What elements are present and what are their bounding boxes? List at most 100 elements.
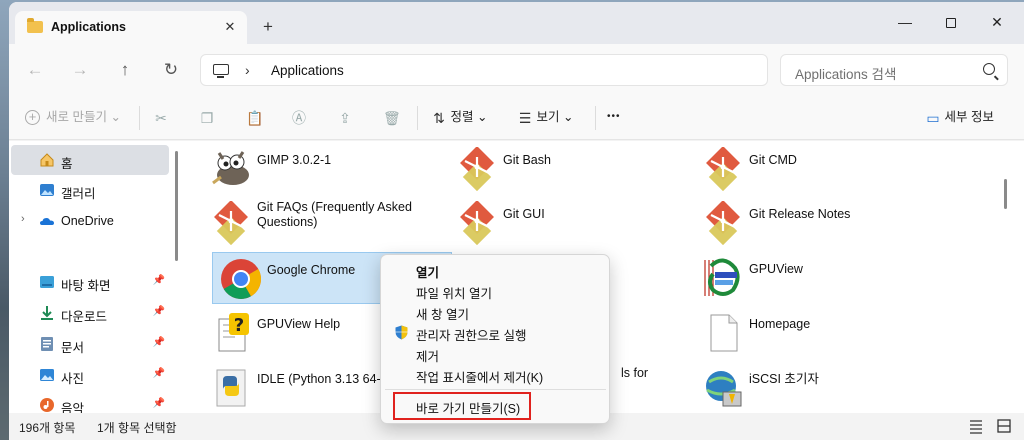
file-item[interactable]: Git CMD <box>695 143 935 195</box>
tab-title: Applications <box>51 20 127 34</box>
maximize-icon <box>946 18 956 29</box>
file-item[interactable]: GPUView <box>695 252 935 304</box>
paste-button[interactable]: 📋 <box>246 106 263 128</box>
sidebar-item-label: 바탕 화면 <box>61 279 111 293</box>
breadcrumb[interactable]: Applications <box>271 63 344 78</box>
sidebar-item-desktop[interactable]: 바탕 화면 📌 <box>11 267 169 297</box>
toolbar-divider <box>417 106 418 130</box>
gimp-icon <box>212 151 249 185</box>
sidebar-scrollbar[interactable] <box>175 151 178 261</box>
menu-divider <box>385 389 606 390</box>
sidebar-item-onedrive[interactable]: › OneDrive <box>11 206 169 236</box>
file-item[interactable]: Git FAQs (Frequently Asked Questions) <box>203 197 443 249</box>
trash-icon: 🗑 <box>383 109 401 126</box>
rename-icon: Ⓐ <box>292 109 306 126</box>
menu-item-label: 작업 표시줄에서 제거(K) <box>416 371 544 385</box>
new-button[interactable]: + 새로 만들기 ⌄ <box>25 106 121 128</box>
view-icon: ☰ <box>518 109 532 126</box>
music-icon <box>40 398 54 412</box>
sidebar-item-label: 홈 <box>61 157 73 171</box>
file-item[interactable]: Git Release Notes <box>695 197 935 249</box>
help-icon: ? <box>218 313 249 352</box>
toolbar-divider <box>595 106 596 130</box>
sidebar-item-documents[interactable]: 문서 📌 <box>11 329 169 359</box>
sort-icon: ⇅ <box>433 109 445 126</box>
breadcrumb-chevron-icon[interactable]: › <box>245 62 250 78</box>
this-pc-icon <box>213 64 229 78</box>
copy-button[interactable]: ❐ <box>199 106 215 128</box>
details-label: 세부 정보 <box>944 110 994 124</box>
onedrive-icon <box>40 218 54 225</box>
more-options-button[interactable]: ••• <box>607 106 621 128</box>
menu-item-unpin-taskbar[interactable]: 작업 표시줄에서 제거(K) <box>385 364 606 385</box>
chrome-icon <box>221 259 261 299</box>
file-item[interactable]: Git GUI <box>449 197 689 249</box>
file-name: Git Bash <box>503 153 551 167</box>
search-input[interactable]: Applications 검색 <box>780 54 1008 86</box>
back-button[interactable]: ← <box>21 56 49 84</box>
add-icon: + <box>25 110 40 126</box>
file-item[interactable]: iSCSI 초기자 <box>695 362 935 414</box>
menu-item-open-file-location[interactable]: 파일 위치 열기 <box>385 280 606 301</box>
file-item[interactable]: GIMP 3.0.2-1 <box>203 143 443 195</box>
cut-button[interactable]: ✂ <box>153 106 169 128</box>
menu-item-open-new-window[interactable]: 새 창 열기 <box>385 301 606 322</box>
pin-icon[interactable]: 📌 <box>153 368 165 379</box>
file-item[interactable]: Homepage <box>695 307 935 359</box>
menu-item-label: 관리자 권한으로 실행 <box>416 329 527 343</box>
sidebar-item-gallery[interactable]: 갤러리 <box>11 175 169 205</box>
menu-item-uninstall[interactable]: 제거 <box>385 343 606 364</box>
cut-icon: ✂ <box>155 109 167 126</box>
up-button[interactable]: ↑ <box>111 56 139 84</box>
menu-item-open[interactable]: 열기 <box>385 259 606 280</box>
menu-item-run-as-admin[interactable]: 관리자 권한으로 실행 <box>385 322 606 343</box>
tiles-view-icon[interactable] <box>996 418 1012 434</box>
view-button[interactable]: ☰ 보기 ⌄ <box>517 106 574 128</box>
pin-icon[interactable]: 📌 <box>153 398 165 409</box>
pin-icon[interactable]: 📌 <box>153 275 165 286</box>
item-count: 196개 항목 <box>19 421 76 435</box>
git-icon <box>706 147 740 191</box>
sidebar-item-label: 사진 <box>61 372 85 386</box>
sidebar-item-pictures[interactable]: 사진 📌 <box>11 360 169 390</box>
address-bar[interactable]: › Applications <box>200 54 768 86</box>
iscsi-icon <box>706 371 742 407</box>
pin-icon[interactable]: 📌 <box>153 337 165 348</box>
sidebar-item-label: OneDrive <box>61 214 114 228</box>
home-icon <box>40 153 54 167</box>
tab-applications[interactable]: Applications ✕ <box>15 11 247 44</box>
rename-button[interactable]: Ⓐ <box>291 106 307 128</box>
pictures-icon <box>40 369 54 381</box>
tab-close-icon[interactable]: ✕ <box>221 18 239 36</box>
maximize-button[interactable] <box>928 10 974 34</box>
refresh-button[interactable]: ↻ <box>157 56 185 84</box>
chevron-right-icon[interactable]: › <box>21 213 25 225</box>
minimize-button[interactable]: — <box>882 10 928 34</box>
search-placeholder: Applications 검색 <box>795 67 897 82</box>
new-label: 새로 만들기 <box>46 110 107 124</box>
menu-item-label: 파일 위치 열기 <box>416 287 492 301</box>
details-view-icon[interactable] <box>968 418 984 434</box>
sidebar-item-home[interactable]: 홈 <box>11 145 169 175</box>
pin-icon[interactable]: 📌 <box>153 306 165 317</box>
git-icon <box>706 201 740 245</box>
python-icon <box>216 369 246 407</box>
gpuview-icon <box>703 258 743 296</box>
details-pane-button[interactable]: ▭ 세부 정보 <box>925 106 994 128</box>
context-menu: 열기 파일 위치 열기 새 창 열기 관리자 권한으로 실행 제거 작업 표시줄… <box>380 254 610 424</box>
menu-item-label: 제거 <box>416 350 440 364</box>
desktop-icon <box>40 276 54 288</box>
sidebar-item-downloads[interactable]: 다운로드 📌 <box>11 298 169 328</box>
gallery-icon <box>40 184 54 196</box>
new-tab-button[interactable]: + <box>257 16 279 38</box>
sort-label: 정렬 <box>450 110 474 124</box>
menu-item-label: 새 창 열기 <box>416 308 469 322</box>
close-window-button[interactable]: ✕ <box>974 10 1020 34</box>
delete-button[interactable]: 🗑 <box>383 106 401 128</box>
share-button[interactable]: ⇪ <box>337 106 353 128</box>
forward-button[interactable]: → <box>66 56 94 84</box>
sort-button[interactable]: ⇅ 정렬 ⌄ <box>431 106 487 128</box>
file-item[interactable]: Git Bash <box>449 143 689 195</box>
content-scrollbar[interactable] <box>1004 179 1007 209</box>
sidebar-item-label: 갤러리 <box>61 187 96 201</box>
